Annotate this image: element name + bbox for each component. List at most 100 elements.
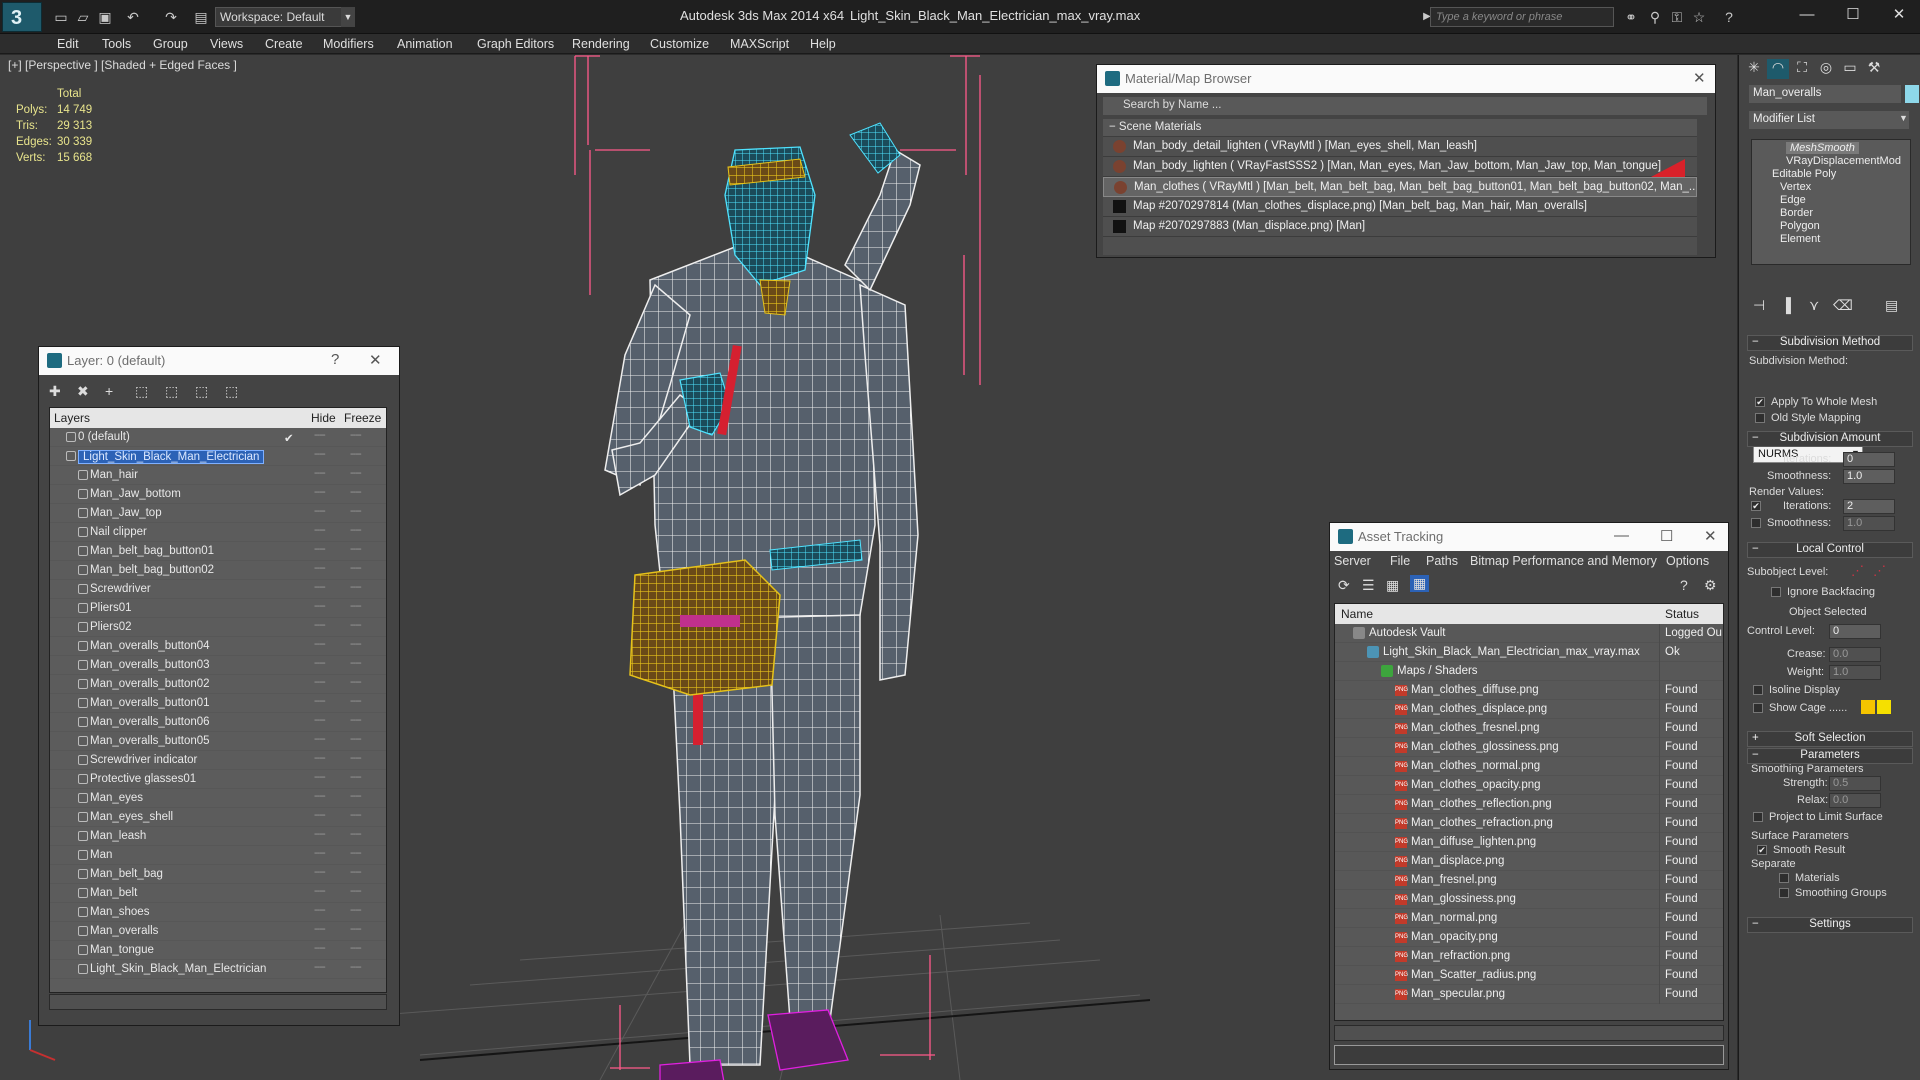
strength-spinner[interactable]: 0.5: [1829, 776, 1881, 791]
refresh-icon[interactable]: ⟳: [1338, 577, 1350, 594]
hide-toggle[interactable]: ----: [314, 847, 326, 859]
asset-tracking-title-bar[interactable]: Asset Tracking — ☐ ✕: [1330, 523, 1728, 551]
modifier-stack-item[interactable]: Border: [1780, 207, 1813, 219]
object-name-field[interactable]: Man_overalls: [1749, 85, 1901, 103]
hide-toggle[interactable]: ----: [314, 809, 326, 821]
freeze-toggle[interactable]: ----: [350, 790, 362, 802]
asset-status-field[interactable]: [1334, 1045, 1724, 1065]
old-style-mapping-checkbox[interactable]: [1755, 413, 1765, 423]
asset-row[interactable]: Maps / Shaders: [1335, 662, 1723, 681]
hide-toggle[interactable]: ----: [314, 752, 326, 764]
hide-toggle[interactable]: ----: [314, 828, 326, 840]
hide-toggle[interactable]: ----: [314, 790, 326, 802]
isoline-display-checkbox[interactable]: [1753, 685, 1763, 695]
subscription-icon[interactable]: ⚲: [1646, 9, 1664, 25]
layer-panel-title-bar[interactable]: Layer: 0 (default) ? ✕: [39, 347, 399, 375]
modifier-list-dropdown[interactable]: Modifier List: [1749, 111, 1909, 129]
material-row[interactable]: Map #2070297814 (Man_clothes_displace.pn…: [1103, 197, 1697, 217]
cage-color-swatch-1[interactable]: [1861, 700, 1875, 714]
layer-row[interactable]: Man_belt ---- ----: [50, 884, 386, 903]
layer-row[interactable]: Light_Skin_Black_Man_Electrician ---- ----: [50, 960, 386, 979]
asset-menu-file[interactable]: File: [1390, 554, 1410, 568]
layer-row[interactable]: Man_tongue ---- ----: [50, 941, 386, 960]
motion-tab-icon[interactable]: ◎: [1815, 59, 1837, 79]
modifier-stack-item[interactable]: Vertex: [1780, 181, 1811, 193]
binoculars-icon[interactable]: ⚭: [1622, 9, 1640, 25]
layer-row[interactable]: Man_eyes_shell ---- ----: [50, 808, 386, 827]
asset-row[interactable]: PNG Man_specular.png Found: [1335, 985, 1723, 1004]
communication-center-icon[interactable]: ⚿: [1668, 9, 1686, 25]
keyword-search-input[interactable]: Type a keyword or phrase: [1430, 7, 1614, 27]
show-end-result-icon[interactable]: ▐: [1781, 297, 1791, 313]
select-objects-icon[interactable]: ⬚: [135, 383, 148, 400]
hide-toggle[interactable]: ----: [314, 923, 326, 935]
rollout-settings[interactable]: − Settings: [1747, 917, 1913, 933]
freeze-toggle[interactable]: ----: [350, 714, 362, 726]
maximize-icon[interactable]: ☐: [1660, 527, 1673, 545]
add-selection-icon[interactable]: +: [105, 383, 113, 399]
layer-row[interactable]: Screwdriver ---- ----: [50, 580, 386, 599]
undo-icon[interactable]: ↶: [124, 9, 142, 25]
freeze-toggle[interactable]: ----: [350, 676, 362, 688]
freeze-toggle[interactable]: ----: [350, 600, 362, 612]
layer-row[interactable]: Man_hair ---- ----: [50, 466, 386, 485]
layer-row[interactable]: Man_eyes ---- ----: [50, 789, 386, 808]
chevron-down-icon[interactable]: ▼: [341, 7, 355, 27]
help-icon[interactable]: ?: [1680, 577, 1688, 593]
freeze-toggle[interactable]: ----: [350, 638, 362, 650]
render-iterations-checkbox[interactable]: ✔: [1751, 501, 1761, 511]
asset-row[interactable]: PNG Man_glossiness.png Found: [1335, 890, 1723, 909]
layer-row[interactable]: Man_shoes ---- ----: [50, 903, 386, 922]
hide-toggle[interactable]: ----: [314, 695, 326, 707]
iterations-spinner[interactable]: 0: [1843, 452, 1895, 467]
menu-maxscript[interactable]: MAXScript: [730, 37, 789, 51]
relax-spinner[interactable]: 0.0: [1829, 793, 1881, 808]
hide-toggle[interactable]: ----: [314, 714, 326, 726]
close-icon[interactable]: ✕: [369, 351, 382, 369]
close-window-button[interactable]: ✕: [1884, 4, 1914, 26]
help-icon[interactable]: ?: [1720, 9, 1738, 25]
freeze-toggle[interactable]: ----: [350, 961, 362, 973]
layer-row[interactable]: Light_Skin_Black_Man_Electrician ---- ----: [50, 447, 386, 466]
render-iterations-spinner[interactable]: 2: [1843, 499, 1895, 514]
freeze-toggle[interactable]: ----: [350, 543, 362, 555]
modifier-stack-item[interactable]: Editable Poly: [1772, 168, 1836, 180]
object-color-swatch[interactable]: [1905, 85, 1919, 103]
maximize-button[interactable]: ☐: [1838, 4, 1868, 26]
asset-row[interactable]: PNG Man_clothes_diffuse.png Found: [1335, 681, 1723, 700]
freeze-toggle[interactable]: ----: [350, 885, 362, 897]
hide-toggle[interactable]: ----: [314, 467, 326, 479]
modifier-stack-item[interactable]: MeshSmooth: [1786, 142, 1859, 154]
apply-whole-mesh-checkbox[interactable]: ✔: [1755, 397, 1765, 407]
asset-row[interactable]: PNG Man_normal.png Found: [1335, 909, 1723, 928]
modifier-stack-item[interactable]: VRayDisplacementMod: [1786, 155, 1901, 167]
freeze-toggle[interactable]: ----: [350, 904, 362, 916]
asset-row[interactable]: PNG Man_clothes_opacity.png Found: [1335, 776, 1723, 795]
freeze-toggle[interactable]: ----: [350, 429, 362, 441]
menu-edit[interactable]: Edit: [57, 37, 79, 51]
modifier-stack-item[interactable]: Edge: [1780, 194, 1806, 206]
display-tab-icon[interactable]: ▭: [1839, 59, 1861, 79]
render-smoothness-checkbox[interactable]: [1751, 518, 1761, 528]
hide-toggle[interactable]: ----: [314, 771, 326, 783]
freeze-toggle[interactable]: ----: [350, 581, 362, 593]
weight-spinner[interactable]: 1.0: [1829, 665, 1881, 680]
freeze-toggle[interactable]: ----: [350, 695, 362, 707]
separate-materials-checkbox[interactable]: [1779, 873, 1789, 883]
rollout-parameters[interactable]: − Parameters: [1747, 748, 1913, 764]
freeze-toggle[interactable]: ----: [350, 866, 362, 878]
ignore-backfacing-checkbox[interactable]: [1771, 587, 1781, 597]
asset-row[interactable]: PNG Man_Scatter_radius.png Found: [1335, 966, 1723, 985]
thumbnail-view-icon[interactable]: ▦: [1386, 577, 1399, 594]
rollout-subdivision-amount[interactable]: − Subdivision Amount: [1747, 431, 1913, 447]
rollout-soft-selection[interactable]: + Soft Selection: [1747, 731, 1913, 747]
hide-toggle[interactable]: ----: [314, 657, 326, 669]
configure-sets-icon[interactable]: ▤: [1885, 297, 1898, 314]
hide-toggle[interactable]: ----: [314, 581, 326, 593]
list-view-icon[interactable]: ☰: [1362, 577, 1375, 594]
hide-toggle[interactable]: ----: [314, 961, 326, 973]
modify-tab-icon[interactable]: ◠: [1767, 59, 1789, 79]
freeze-column-header[interactable]: Freeze: [344, 411, 381, 425]
rollout-subdivision-method[interactable]: − Subdivision Method: [1747, 335, 1913, 351]
create-tab-icon[interactable]: ✳: [1743, 59, 1765, 79]
